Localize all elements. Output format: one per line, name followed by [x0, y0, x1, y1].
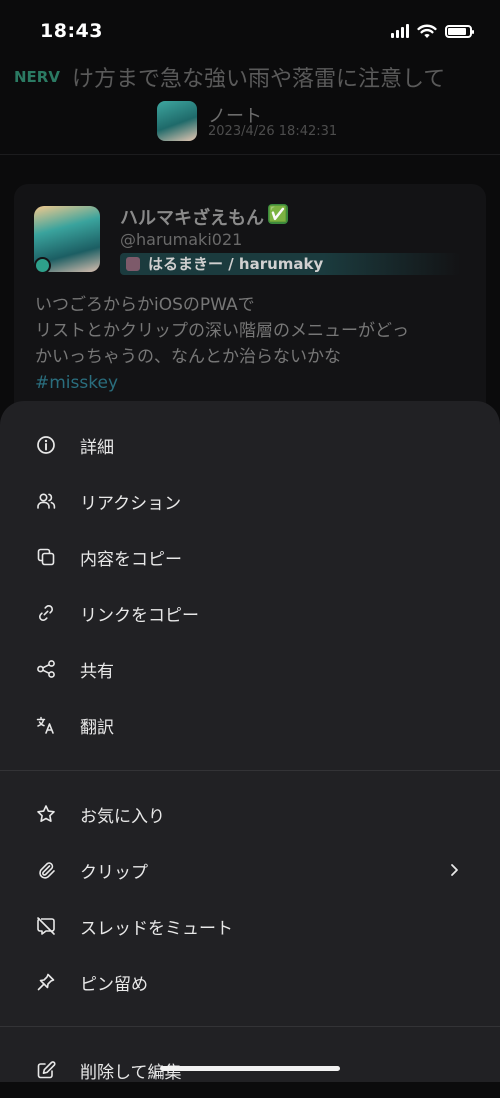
menu-item-share[interactable]: 共有 [0, 641, 500, 697]
header-avatar[interactable] [157, 101, 197, 141]
menu-item-copy-link[interactable]: リンクをコピー [0, 585, 500, 641]
menu-item-translate[interactable]: 翻訳 [0, 697, 500, 753]
note-body: いつごろからかiOSのPWAで リストとかクリップの深い階層のメニューがどっ か… [35, 292, 475, 396]
news-ticker[interactable]: NERV け方まで急な強い雨や落雷に注意して [0, 62, 500, 92]
note-text-line: かいっちゃうの、なんとか治らないかな [35, 347, 341, 367]
menu-item-label: リンクをコピー [80, 606, 199, 626]
copy-icon [36, 547, 56, 567]
menu-item-label: スレッドをミュート [80, 919, 233, 939]
author-username[interactable]: @harumaki021 [120, 230, 242, 249]
verified-emoji: ✅ [268, 204, 288, 224]
menu-divider [0, 770, 500, 771]
note-menu-sheet: 詳細 リアクション 内容をコピー リンクをコピー 共有 翻訳 お気に入り クリッ… [0, 401, 500, 1083]
menu-item-copy-content[interactable]: 内容をコピー [0, 529, 500, 585]
menu-divider [0, 1026, 500, 1027]
menu-item-label: 詳細 [80, 438, 114, 458]
status-time: 18:43 [40, 20, 103, 42]
menu-item-label: 共有 [80, 662, 114, 682]
status-bar: 18:43 [0, 0, 500, 62]
instance-name: はるまきー / harumaky [148, 255, 324, 273]
menu-item-label: 翻訳 [80, 718, 114, 738]
menu-item-label: お気に入り [80, 807, 165, 827]
menu-item-label: クリップ [80, 863, 148, 883]
wifi-icon [417, 24, 437, 38]
share-icon [36, 659, 56, 679]
chevron-right-icon [444, 860, 464, 880]
menu-item-mute-thread[interactable]: スレッドをミュート [0, 898, 500, 954]
note-text-line: いつごろからかiOSのPWAで [35, 295, 255, 315]
note-text-line: リストとかクリップの深い階層のメニューがどっ [35, 321, 409, 341]
edit-icon [36, 1060, 56, 1080]
ticker-text: け方まで急な強い雨や落雷に注意して [71, 67, 446, 92]
menu-item-clip[interactable]: クリップ [0, 842, 500, 898]
menu-item-reactions[interactable]: リアクション [0, 473, 500, 529]
author-name[interactable]: ハルマキざえもん ✅ [120, 204, 288, 230]
menu-item-details[interactable]: 詳細 [0, 417, 500, 473]
hashtag-link[interactable]: #misskey [35, 370, 475, 396]
instance-badge: はるまきー / harumaky [120, 253, 460, 275]
online-status-indicator [34, 257, 51, 274]
home-indicator[interactable] [160, 1066, 340, 1071]
page-header: ノート 2023/4/26 18:42:31 [0, 96, 500, 155]
menu-item-favorite[interactable]: お気に入り [0, 786, 500, 842]
cellular-signal-icon [391, 24, 409, 38]
battery-icon [445, 24, 474, 38]
message-off-icon [36, 916, 56, 936]
info-icon [36, 435, 56, 455]
instance-icon [126, 257, 140, 271]
pin-icon [36, 972, 56, 992]
link-icon [36, 603, 56, 623]
menu-item-pin[interactable]: ピン留め [0, 954, 500, 1010]
star-icon [36, 804, 56, 824]
menu-item-label: 内容をコピー [80, 550, 182, 570]
menu-item-label: リアクション [80, 494, 182, 514]
author-display-name: ハルマキざえもん [120, 208, 264, 229]
users-icon [36, 491, 56, 511]
ticker-source: NERV [14, 68, 60, 86]
menu-item-label: ピン留め [80, 975, 148, 995]
note-timestamp: 2023/4/26 18:42:31 [208, 124, 338, 139]
paperclip-icon [36, 860, 56, 880]
status-icons [391, 24, 474, 39]
translate-icon [36, 715, 56, 735]
